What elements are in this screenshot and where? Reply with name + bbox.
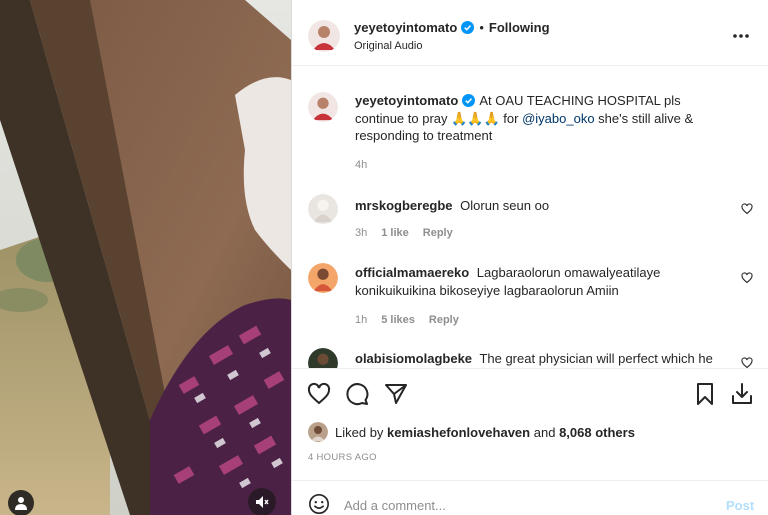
- liker-username[interactable]: kemiashefonlovehaven: [387, 425, 530, 440]
- author-line: yeyetoyintomato • Following: [354, 20, 550, 35]
- caption-time[interactable]: 4h: [355, 159, 367, 171]
- comment-likes[interactable]: 1 like: [381, 227, 409, 239]
- likes-count-link[interactable]: 8,068 others: [559, 425, 635, 440]
- commenter-avatar[interactable]: [308, 263, 338, 293]
- original-audio-link[interactable]: Original Audio: [354, 40, 423, 52]
- mute-button[interactable]: [248, 488, 276, 515]
- caption-avatar[interactable]: [308, 92, 338, 122]
- caption-username[interactable]: yeyetoyintomato: [355, 93, 458, 108]
- comment-body: The great physician will perfect which h…: [479, 351, 713, 366]
- download-icon[interactable]: [730, 382, 754, 406]
- comment-meta: 1h 5 likes Reply: [355, 314, 473, 326]
- video-frame: [0, 0, 291, 515]
- caption-text: yeyetoyintomato At OAU TEACHING HOSPITAL …: [355, 92, 725, 145]
- author-username[interactable]: yeyetoyintomato: [354, 20, 457, 35]
- comment-icon[interactable]: [345, 382, 369, 406]
- comment-input[interactable]: [344, 495, 704, 515]
- heart-icon[interactable]: [307, 382, 331, 406]
- heart-icon[interactable]: [741, 272, 753, 284]
- comment-time[interactable]: 3h: [355, 227, 367, 239]
- comment-body: Olorun seun oo: [460, 198, 550, 213]
- bookmark-icon[interactable]: [693, 382, 717, 406]
- author-avatar[interactable]: [308, 20, 340, 52]
- share-icon[interactable]: [384, 382, 408, 406]
- action-bar: [292, 368, 768, 418]
- emoji-icon[interactable]: [308, 493, 330, 515]
- comment-meta: 3h 1 like Reply: [355, 227, 467, 239]
- comment-username[interactable]: mrskogberegbe: [355, 198, 453, 213]
- verified-badge-icon: [461, 21, 475, 34]
- separator-dot: •: [479, 20, 484, 35]
- likes-prefix: Liked by: [335, 425, 384, 440]
- comment-text: mrskogberegbe Olorun seun oo: [355, 197, 725, 215]
- mute-icon: [256, 496, 269, 508]
- comment-username[interactable]: olabisiomolagbeke: [355, 351, 472, 366]
- comment-time[interactable]: 1h: [355, 314, 367, 326]
- mention-link[interactable]: @iyabo_oko: [522, 111, 594, 126]
- add-comment-bar: Post: [292, 480, 768, 515]
- user-tag-icon: [15, 497, 27, 510]
- more-options-icon[interactable]: [730, 26, 752, 46]
- comment-likes[interactable]: 5 likes: [381, 314, 415, 326]
- post-media-video[interactable]: [0, 0, 291, 515]
- reply-button[interactable]: Reply: [423, 227, 453, 239]
- following-button[interactable]: Following: [489, 20, 550, 35]
- likes-conj: and: [533, 425, 556, 440]
- commenter-avatar[interactable]: [308, 348, 338, 368]
- likes-summary: Liked by kemiashefonlovehaven and 8,068 …: [308, 422, 748, 444]
- likes-text: Liked by kemiashefonlovehaven and 8,068 …: [335, 425, 635, 440]
- commenter-avatar[interactable]: [308, 194, 338, 224]
- comment-text: officialmamaereko Lagbaraolorun omawalye…: [355, 264, 725, 299]
- post-header: yeyetoyintomato • Following Original Audio: [292, 0, 768, 66]
- caption-meta: 4h: [355, 159, 381, 171]
- comment-username[interactable]: officialmamaereko: [355, 265, 469, 280]
- liker-avatar[interactable]: [308, 422, 328, 442]
- post-comment-button[interactable]: Post: [726, 498, 754, 513]
- reply-button[interactable]: Reply: [429, 314, 459, 326]
- heart-icon[interactable]: [741, 203, 753, 215]
- comments-list[interactable]: yeyetoyintomato At OAU TEACHING HOSPITAL …: [292, 67, 768, 368]
- verified-badge-icon: [462, 94, 476, 107]
- post-details-panel: yeyetoyintomato • Following Original Audio…: [291, 0, 768, 515]
- comment-text: olabisiomolagbeke The great physician wi…: [355, 350, 725, 368]
- user-tag-button[interactable]: [8, 490, 34, 515]
- heart-icon[interactable]: [741, 357, 753, 368]
- post-timestamp[interactable]: 4 HOURS AGO: [308, 452, 377, 463]
